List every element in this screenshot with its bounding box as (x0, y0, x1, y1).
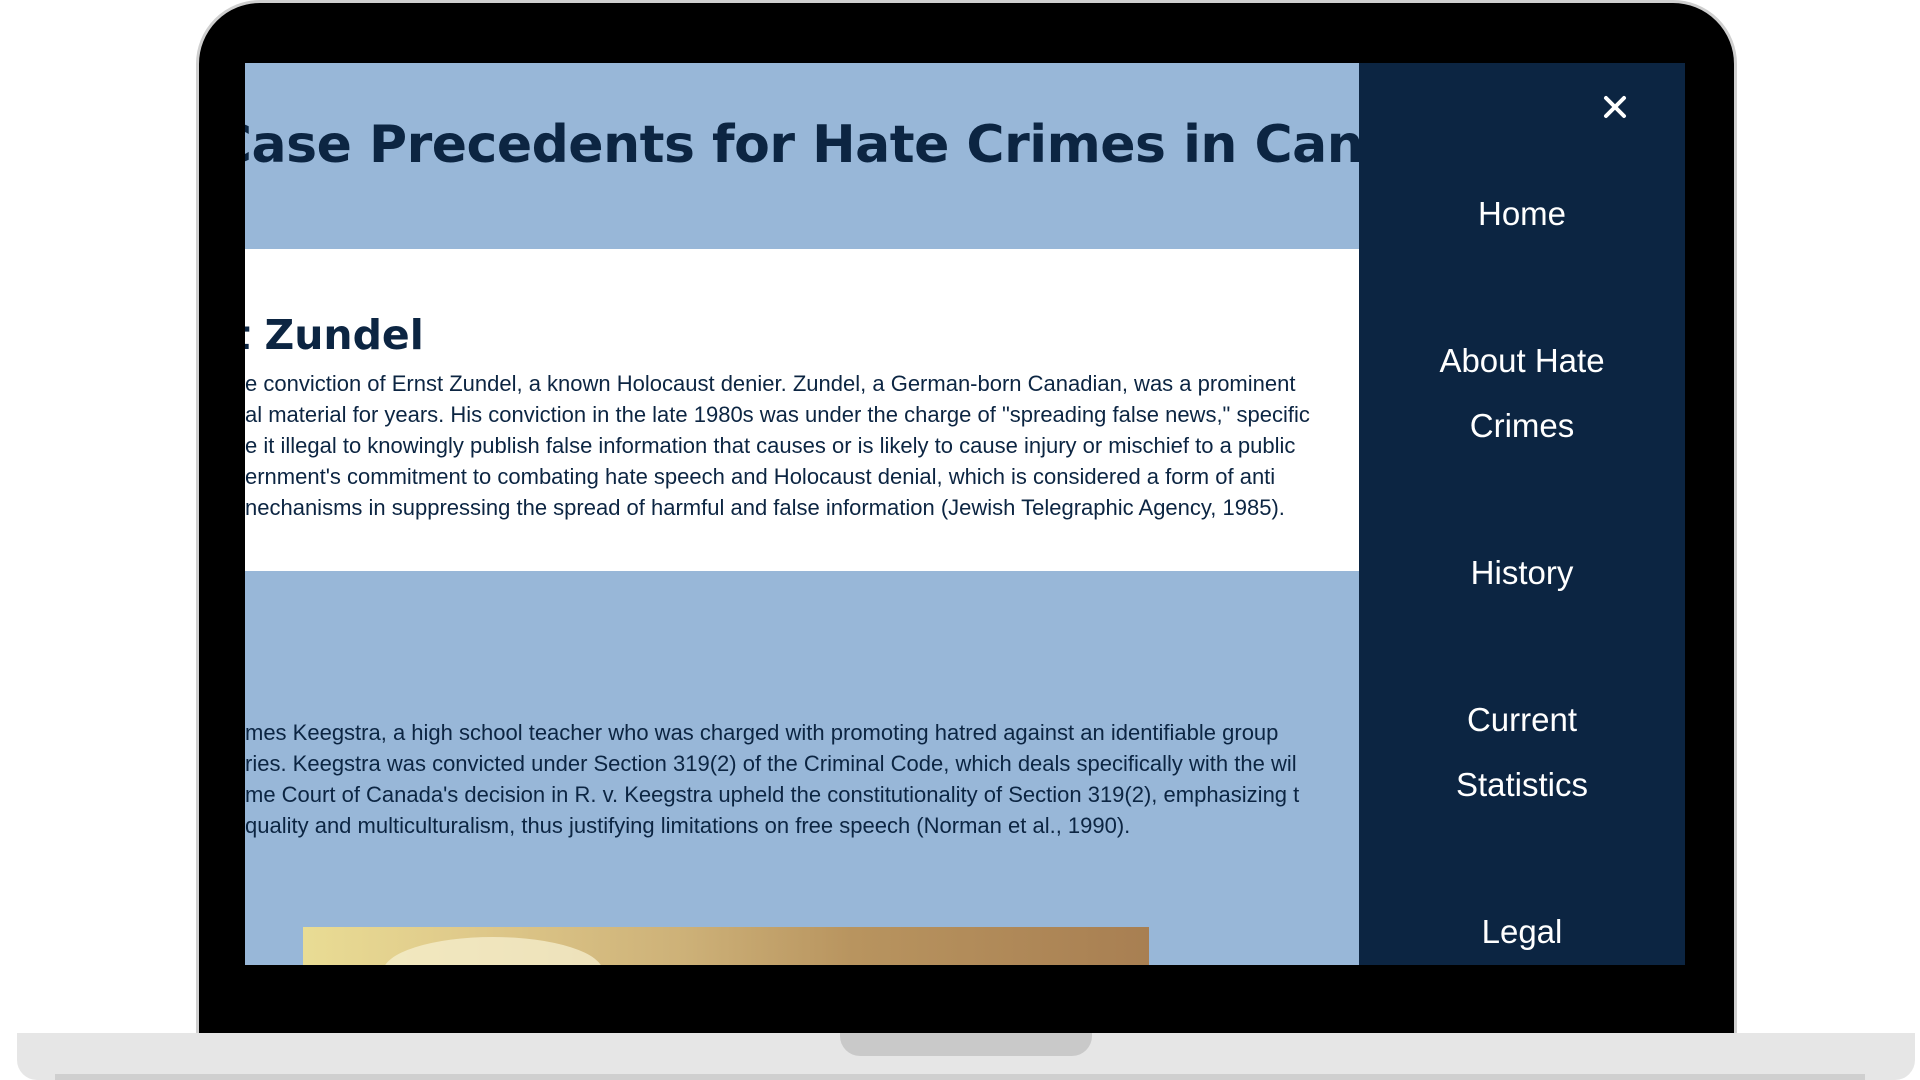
case-text: mes Keegstra, a high school teacher who … (245, 717, 1299, 841)
nav-item-legal[interactable]: Legal (1359, 899, 1685, 965)
nav-item-about-hate-crimes[interactable]: About Hate Crimes (1359, 328, 1685, 540)
laptop-base-shadow (55, 1074, 1865, 1080)
case-photo (303, 927, 1149, 965)
case-section-zundel: nst Zundel e conviction of Ernst Zundel,… (245, 249, 1359, 571)
case-text-line: e it illegal to knowingly publish false … (245, 433, 1296, 458)
title-section: ne Case Precedents for Hate Crimes in Ca… (245, 63, 1359, 249)
close-icon[interactable] (1595, 87, 1635, 127)
case-text-line: al material for years. His conviction in… (245, 402, 1310, 427)
nav-item-home[interactable]: Home (1359, 181, 1685, 328)
case-text-line: mes Keegstra, a high school teacher who … (245, 720, 1279, 745)
side-navigation: Home About Hate Crimes History Current S… (1359, 63, 1685, 965)
case-heading: nst Zundel (245, 311, 424, 359)
page-title: ne Case Precedents for Hate Crimes in Ca… (245, 115, 1359, 175)
nav-item-current-statistics[interactable]: Current Statistics (1359, 687, 1685, 899)
case-text-line: e conviction of Ernst Zundel, a known Ho… (245, 371, 1296, 396)
laptop-notch (840, 1033, 1092, 1056)
case-text-line: me Court of Canada's decision in R. v. K… (245, 782, 1300, 807)
case-text: e conviction of Ernst Zundel, a known Ho… (245, 368, 1310, 523)
case-text-line: ernment's commitment to combating hate s… (245, 464, 1276, 489)
case-text-line: nechanisms in suppressing the spread of … (245, 495, 1285, 520)
page-content: ne Case Precedents for Hate Crimes in Ca… (245, 63, 1359, 965)
case-text-line: ries. Keegstra was convicted under Secti… (245, 751, 1297, 776)
nav-item-history[interactable]: History (1359, 540, 1685, 687)
browser-screen: ne Case Precedents for Hate Crimes in Ca… (245, 63, 1685, 965)
case-text-line: quality and multiculturalism, thus justi… (245, 813, 1131, 838)
nav-list: Home About Hate Crimes History Current S… (1359, 181, 1685, 965)
photo-detail (383, 937, 603, 965)
case-section-keegstra: mes Keegstra, a high school teacher who … (245, 571, 1359, 965)
